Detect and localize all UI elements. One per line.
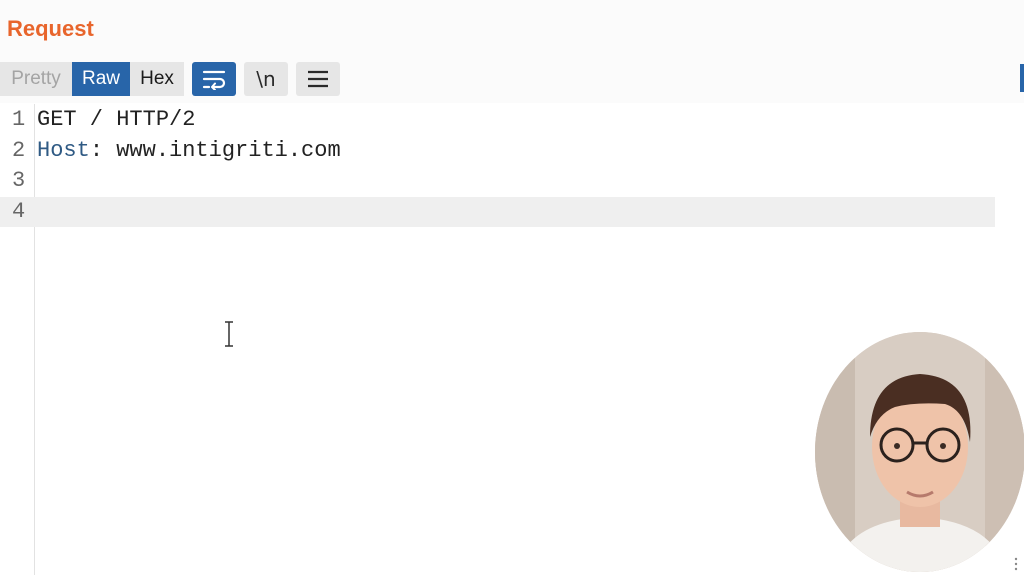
panel-title: Request (7, 16, 94, 41)
editor-line-active[interactable]: 4 (0, 197, 995, 227)
editor-line[interactable]: 3 (0, 166, 995, 196)
editor-toolbar: Pretty Raw Hex \n (0, 62, 340, 96)
line-number: 3 (12, 168, 26, 193)
resize-handle-icon[interactable] (1014, 557, 1018, 571)
tab-raw[interactable]: Raw (72, 62, 130, 96)
editor-line[interactable]: 2 Host: www.intigriti.com (0, 136, 995, 166)
header-name: Host (37, 138, 90, 163)
hamburger-menu-icon (308, 70, 328, 88)
line-number: 4 (12, 199, 26, 224)
panel-edge-marker (1020, 64, 1024, 92)
line-number: 2 (12, 138, 26, 163)
line-text: GET / HTTP/2 (37, 107, 196, 132)
wrap-lines-button[interactable] (192, 62, 236, 96)
line-number: 1 (12, 107, 26, 132)
header-value: : www.intigriti.com (89, 138, 341, 163)
line-text: Host: www.intigriti.com (37, 136, 341, 166)
show-newlines-button[interactable]: \n (244, 62, 288, 96)
menu-button[interactable] (296, 62, 340, 96)
presenter-avatar (815, 332, 1024, 572)
text-cursor-icon (225, 321, 233, 347)
editor-line[interactable]: 1 GET / HTTP/2 (0, 105, 995, 135)
webcam-overlay (815, 332, 1024, 572)
wrap-lines-icon (202, 70, 226, 90)
tab-hex[interactable]: Hex (130, 62, 184, 96)
tab-pretty[interactable]: Pretty (0, 62, 72, 96)
view-mode-segmented-control: Pretty Raw Hex (0, 62, 184, 96)
